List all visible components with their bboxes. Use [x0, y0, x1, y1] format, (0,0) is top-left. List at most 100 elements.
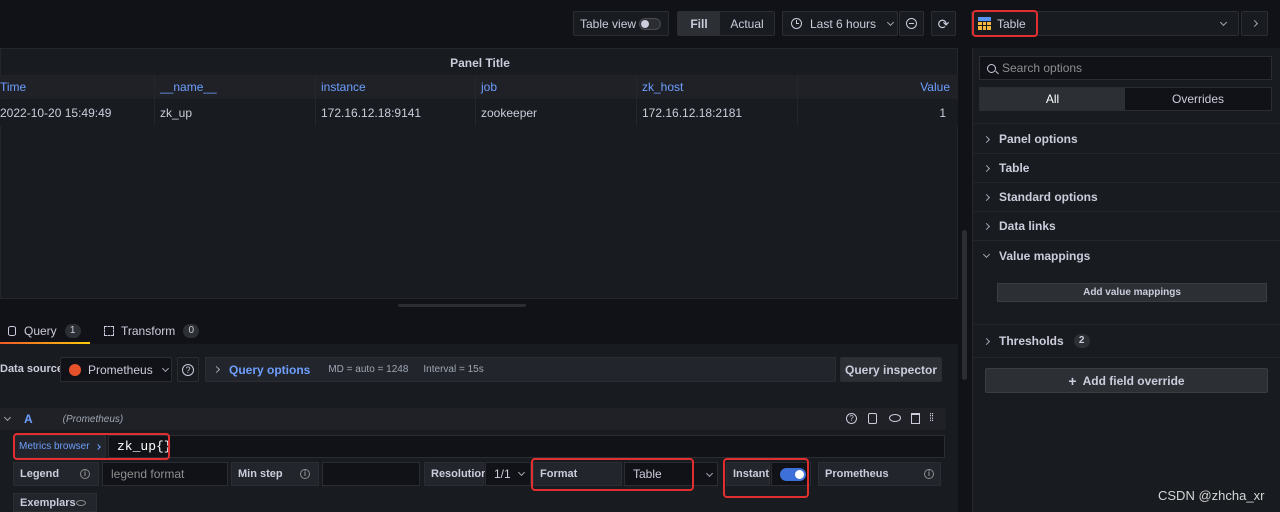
add-value-mappings-button[interactable]: Add value mappings: [997, 283, 1267, 302]
tab-query[interactable]: Query 1: [8, 322, 81, 340]
query-options-bar[interactable]: Query options MD = auto = 1248 Interval …: [205, 357, 836, 382]
time-range-label: Last 6 hours: [810, 16, 877, 31]
chevron-down-icon: [887, 18, 895, 26]
tab-all[interactable]: All: [980, 88, 1125, 110]
options-pane: [972, 48, 1280, 512]
column-header-job[interactable]: job: [481, 76, 497, 98]
column-header-time[interactable]: Time: [0, 76, 26, 98]
tab-transform[interactable]: Transform 0: [104, 322, 200, 340]
chevron-down-icon: [982, 250, 991, 259]
format-label: Format: [533, 462, 622, 486]
drag-handle-icon[interactable]: ⁞⁞: [929, 412, 934, 425]
search-options-input[interactable]: Search options: [979, 56, 1272, 80]
divider: [972, 240, 1280, 241]
column-header-instance[interactable]: instance: [321, 76, 366, 98]
table-viz-icon: [978, 17, 991, 30]
col-divider: [797, 75, 798, 126]
divider: [972, 357, 1280, 358]
column-header-value[interactable]: Value: [800, 76, 950, 98]
section-panel-options[interactable]: Panel options: [972, 125, 1274, 153]
transform-icon: [104, 326, 114, 336]
md-info: MD = auto = 1248: [328, 364, 409, 375]
chevron-right-icon: [982, 193, 991, 201]
data-source-help-button[interactable]: ?: [177, 357, 199, 382]
chevron-down-icon: [161, 364, 169, 372]
prometheus-type-label: Prometheus i: [818, 462, 941, 486]
exemplars-label[interactable]: Exemplars: [13, 493, 97, 512]
chevron-right-icon: [982, 222, 991, 230]
section-thresholds[interactable]: Thresholds 2: [972, 327, 1274, 355]
chevron-right-icon: [982, 337, 991, 345]
collapse-options-button[interactable]: [1241, 11, 1268, 36]
actual-button[interactable]: Actual: [720, 12, 774, 35]
table-view-toggle[interactable]: Table view: [573, 11, 669, 36]
instant-toggle[interactable]: [780, 468, 806, 481]
table-view-switch[interactable]: [639, 18, 661, 30]
scrollbar[interactable]: [962, 230, 967, 380]
query-source: (Prometheus): [62, 413, 124, 425]
tab-transform-label: Transform: [121, 324, 176, 338]
chevron-down-icon: [705, 469, 714, 478]
legend-input[interactable]: legend format: [102, 462, 228, 486]
divider: [972, 324, 1280, 325]
table-cell: zk_up: [160, 106, 193, 120]
data-source-picker[interactable]: Prometheus: [60, 357, 172, 382]
help-icon: ?: [182, 363, 194, 376]
tab-query-label: Query: [24, 324, 57, 338]
database-icon: [8, 326, 16, 336]
visualization-picker[interactable]: Table: [971, 11, 1239, 36]
options-tab-group: All Overrides: [979, 87, 1272, 111]
min-step-input[interactable]: [322, 462, 420, 486]
fill-button[interactable]: Fill: [678, 12, 720, 35]
switch-knob: [641, 20, 649, 28]
min-step-label: Min step i: [231, 462, 319, 486]
query-ref-id[interactable]: A: [24, 412, 33, 426]
panel-title[interactable]: Panel Title: [1, 56, 959, 70]
viz-label: Table: [997, 16, 1026, 31]
query-inspector-button[interactable]: Query inspector: [840, 357, 942, 382]
refresh-button[interactable]: ⟳: [931, 11, 956, 36]
resolution-select[interactable]: 1/1: [485, 462, 531, 486]
metrics-browser-button[interactable]: Metrics browser: [14, 435, 106, 458]
chevron-right-icon: [982, 164, 991, 172]
trash-icon[interactable]: [911, 413, 920, 424]
query-input[interactable]: zk_up{}: [108, 435, 945, 458]
chevron-down-icon: [1219, 18, 1228, 27]
switch-knob: [795, 470, 804, 479]
legend-label: Legend i: [13, 462, 99, 486]
section-data-links[interactable]: Data links: [972, 212, 1274, 240]
prometheus-icon: [69, 363, 81, 376]
table-view-label: Table view: [580, 16, 637, 31]
col-divider: [475, 75, 476, 126]
chevron-right-icon: [212, 365, 221, 374]
thresholds-count: 2: [1073, 334, 1090, 348]
eye-icon[interactable]: [889, 414, 901, 422]
format-select[interactable]: Table: [624, 462, 718, 486]
search-placeholder: Search options: [1002, 61, 1083, 75]
instant-toggle-box: [771, 462, 811, 486]
section-table[interactable]: Table: [972, 154, 1274, 182]
tab-overrides[interactable]: Overrides: [1125, 88, 1271, 110]
col-divider: [636, 75, 637, 126]
eye-icon: [76, 500, 86, 506]
collapse-query-icon[interactable]: [3, 413, 12, 422]
add-field-override-button[interactable]: + Add field override: [985, 368, 1268, 393]
search-icon: [987, 63, 999, 75]
section-value-mappings[interactable]: Value mappings: [972, 242, 1274, 270]
column-header-name[interactable]: __name__: [160, 76, 217, 98]
help-icon[interactable]: ?: [846, 413, 857, 424]
tab-query-count: 1: [64, 324, 81, 338]
time-range-picker[interactable]: Last 6 hours: [782, 11, 898, 36]
column-header-zk-host[interactable]: zk_host: [642, 76, 683, 98]
query-row-header: A (Prometheus) ? ⁞⁞: [0, 408, 946, 430]
chevron-right-icon: [982, 135, 991, 143]
tab-transform-count: 0: [183, 324, 200, 338]
clock-icon: [791, 18, 802, 29]
zoom-out-button[interactable]: [899, 11, 924, 36]
duplicate-icon[interactable]: [868, 413, 877, 424]
table-cell: 172.16.12.18:9141: [321, 106, 422, 120]
resize-handle[interactable]: [398, 304, 526, 307]
section-standard-options[interactable]: Standard options: [972, 183, 1274, 211]
table-cell: 1: [939, 106, 946, 120]
data-source-value: Prometheus: [88, 362, 153, 377]
